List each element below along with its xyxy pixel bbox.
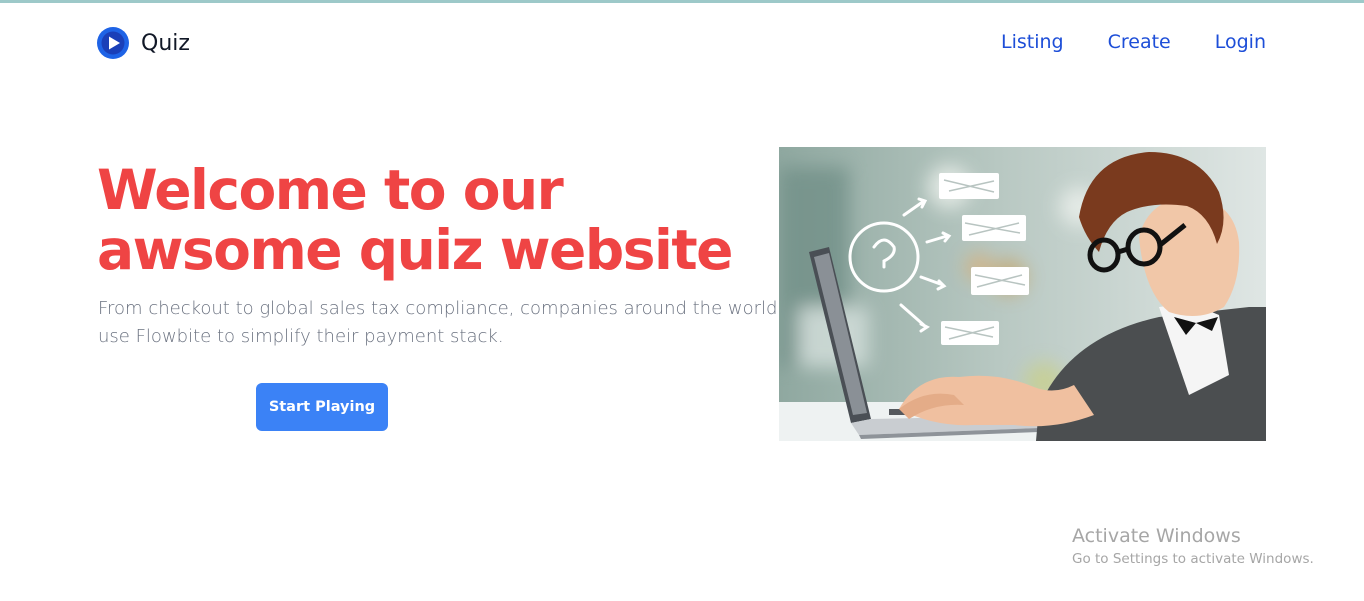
hero-title-line1: Welcome to our bbox=[97, 158, 564, 222]
hero-image bbox=[779, 147, 1266, 441]
brand-link[interactable]: Quiz bbox=[97, 27, 190, 59]
nav-link-create[interactable]: Create bbox=[1108, 31, 1171, 53]
nav-link-listing[interactable]: Listing bbox=[1001, 31, 1064, 53]
man-at-laptop-image bbox=[779, 147, 1266, 441]
start-playing-button[interactable]: Start Playing bbox=[256, 383, 388, 431]
brand-name: Quiz bbox=[141, 30, 190, 56]
nav-links: Listing Create Login bbox=[1001, 31, 1266, 53]
watermark-title: Activate Windows bbox=[1072, 525, 1241, 547]
hero-description: From checkout to global sales tax compli… bbox=[98, 298, 778, 347]
watermark-subtitle: Go to Settings to activate Windows. bbox=[1072, 551, 1314, 567]
hero-title: Welcome to our awsome quiz website bbox=[97, 160, 777, 280]
navbar: Quiz Listing Create Login bbox=[0, 3, 1364, 83]
play-circle-icon bbox=[97, 27, 129, 59]
hero-title-line2: awsome quiz website bbox=[97, 218, 733, 282]
windows-activation-watermark: Activate Windows Go to Settings to activ… bbox=[1072, 524, 1314, 570]
nav-link-login[interactable]: Login bbox=[1215, 31, 1266, 53]
